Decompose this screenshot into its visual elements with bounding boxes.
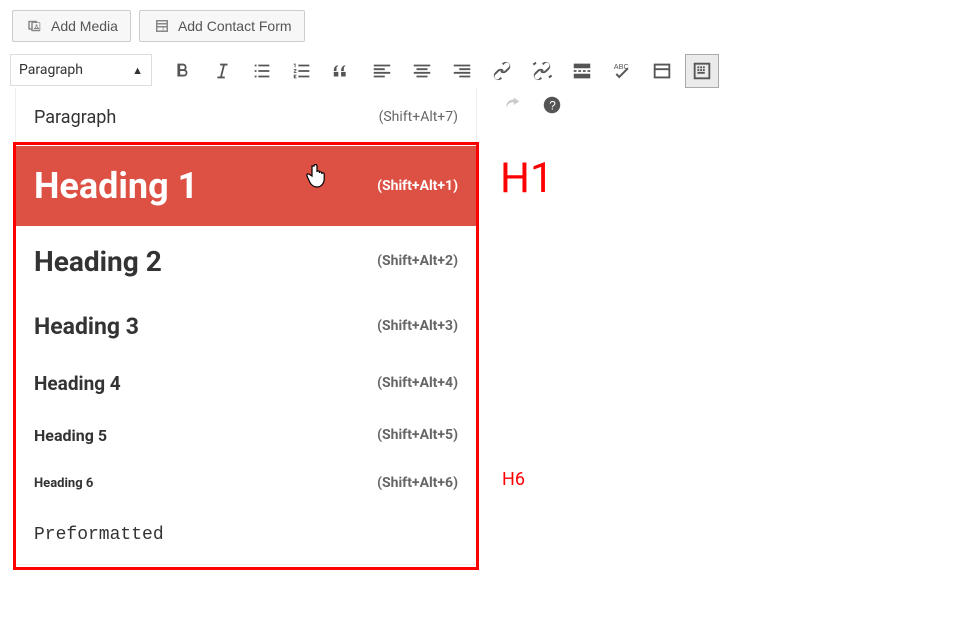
format-select[interactable]: Paragraph ▲	[10, 54, 152, 86]
format-option-label: Preformatted	[34, 525, 164, 545]
toolbar-toggle-button[interactable]	[685, 54, 719, 88]
form-icon	[152, 16, 172, 36]
redo-button[interactable]	[495, 88, 529, 122]
format-option-shortcut: (Shift+Alt+2)	[377, 253, 458, 269]
format-option-shortcut: (Shift+Alt+4)	[377, 375, 458, 391]
format-option-h5[interactable]: Heading 5 (Shift+Alt+5)	[16, 410, 476, 460]
triangle-up-icon: ▲	[132, 64, 143, 77]
blockquote-button[interactable]	[325, 54, 359, 88]
format-option-h6[interactable]: Heading 6 (Shift+Alt+6)	[16, 460, 476, 506]
format-option-h4[interactable]: Heading 4 (Shift+Alt+4)	[16, 356, 476, 410]
annotation-h1: H1	[500, 154, 554, 203]
italic-button[interactable]	[205, 54, 239, 88]
align-left-button[interactable]	[365, 54, 399, 88]
insert-link-button[interactable]	[485, 54, 519, 88]
format-option-h1[interactable]: Heading 1 (Shift+Alt+1)	[16, 146, 476, 226]
format-option-pre[interactable]: Preformatted	[16, 506, 476, 564]
add-media-label: Add Media	[51, 18, 118, 34]
add-contact-form-label: Add Contact Form	[178, 18, 292, 34]
format-option-h2[interactable]: Heading 2 (Shift+Alt+2)	[16, 226, 476, 296]
format-option-shortcut: (Shift+Alt+6)	[377, 475, 458, 491]
format-option-label: Paragraph	[34, 107, 116, 128]
bullet-list-button[interactable]	[245, 54, 279, 88]
add-media-button[interactable]: Add Media	[12, 10, 131, 42]
unlink-button[interactable]	[525, 54, 559, 88]
spellcheck-button[interactable]: ABC	[605, 54, 639, 88]
format-option-label: Heading 5	[34, 426, 107, 445]
fullscreen-button[interactable]	[645, 54, 679, 88]
editor-top-buttons: Add Media Add Contact Form	[10, 10, 965, 42]
format-select-label: Paragraph	[19, 62, 83, 78]
media-icon	[25, 16, 45, 36]
format-option-h3[interactable]: Heading 3 (Shift+Alt+3)	[16, 296, 476, 356]
format-option-label: Heading 2	[34, 245, 162, 278]
annotation-h6: H6	[502, 469, 525, 490]
format-option-label: Heading 6	[34, 476, 93, 491]
numbered-list-button[interactable]	[285, 54, 319, 88]
format-option-shortcut: (Shift+Alt+5)	[377, 427, 458, 443]
format-dropdown-panel: Paragraph (Shift+Alt+7) Heading 1 (Shift+Al…	[15, 88, 477, 565]
format-option-label: Heading 1	[34, 165, 198, 207]
bold-button[interactable]	[165, 54, 199, 88]
format-option-label: Heading 3	[34, 313, 139, 340]
format-option-shortcut: (Shift+Alt+1)	[377, 178, 458, 194]
align-center-button[interactable]	[405, 54, 439, 88]
toolbar-row-1: ABC	[162, 54, 722, 88]
hand-cursor-icon	[305, 164, 329, 190]
editor-area: Paragraph ▲ ABC ?	[10, 54, 965, 122]
add-contact-form-button[interactable]: Add Contact Form	[139, 10, 305, 42]
format-option-shortcut: (Shift+Alt+3)	[377, 318, 458, 334]
format-option-p[interactable]: Paragraph (Shift+Alt+7)	[16, 88, 476, 146]
align-right-button[interactable]	[445, 54, 479, 88]
insert-more-button[interactable]	[565, 54, 599, 88]
svg-text:?: ?	[549, 99, 556, 113]
format-option-shortcut: (Shift+Alt+7)	[379, 109, 458, 125]
format-option-label: Heading 4	[34, 372, 121, 395]
help-button[interactable]: ?	[535, 88, 569, 122]
